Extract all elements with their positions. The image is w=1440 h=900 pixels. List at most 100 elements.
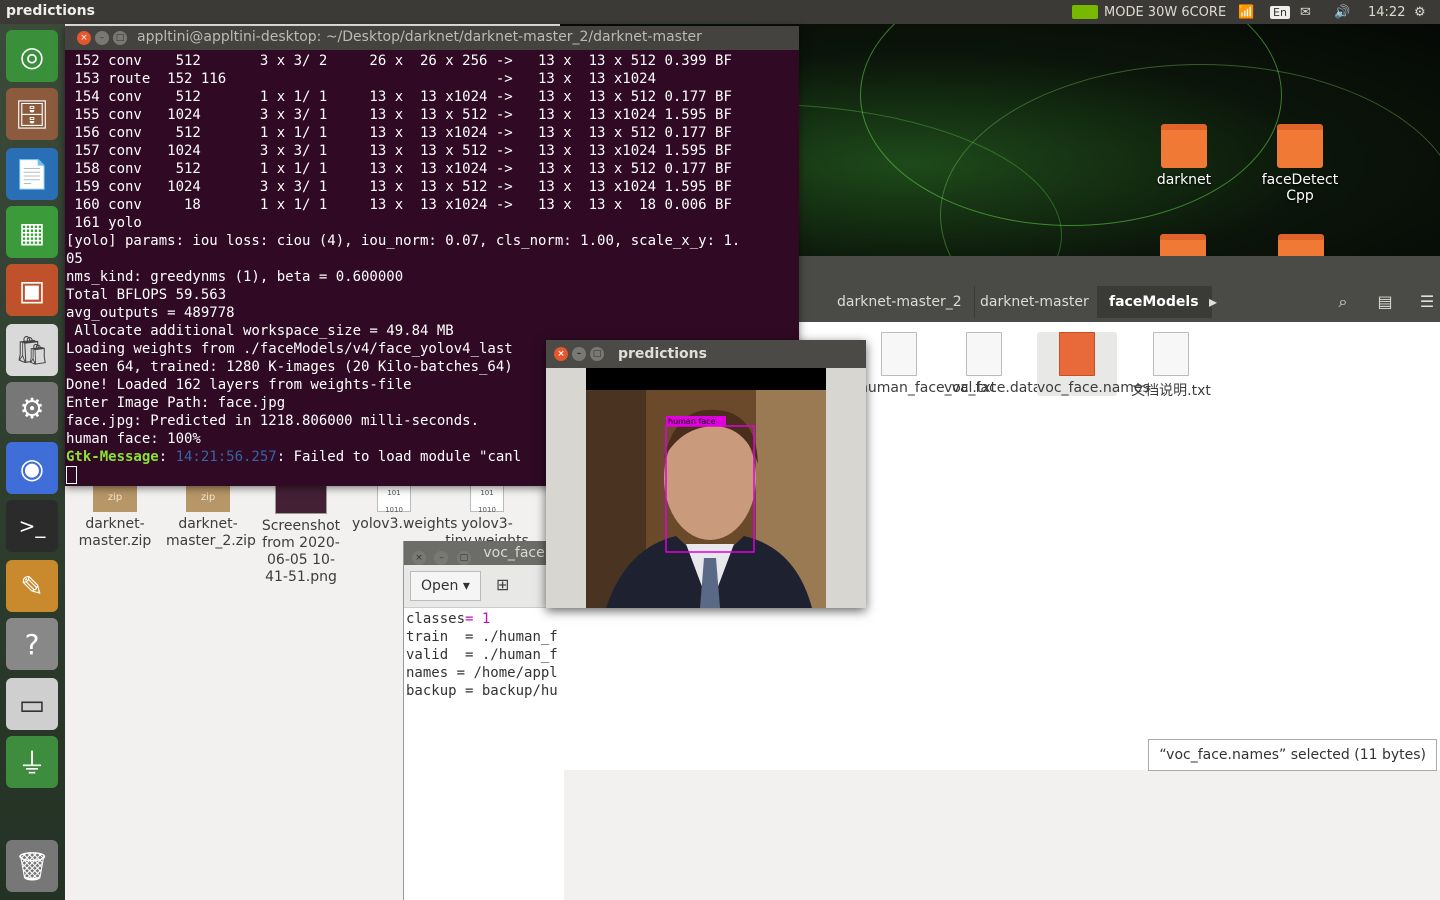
terminal-line: Enter Image Path: face.jpg: [66, 395, 286, 411]
ubuntu-dash-icon[interactable]: ◎: [6, 30, 58, 82]
breadcrumb-darknet-master-2[interactable]: darknet-master_2: [825, 286, 975, 318]
file-label: darknet-master.zip: [78, 516, 152, 549]
breadcrumb-next-icon[interactable]: ▸: [1199, 286, 1227, 318]
editor-titlebar: × – □ voc_face.c: [404, 541, 564, 565]
mail-icon[interactable]: ✉: [1300, 0, 1311, 24]
desktop-icon-label: faceDetect Cpp: [1261, 172, 1339, 204]
gtk-message-line: Gtk-Message: 14:21:56.257: Failed to loa…: [66, 449, 522, 465]
maximize-icon[interactable]: □: [590, 347, 604, 361]
terminal-title: appltini@appltini-desktop: ~/Desktop/dar…: [137, 29, 702, 45]
desktop-file-darknet-master-zip[interactable]: zip darknet-master.zip: [73, 484, 157, 550]
file-voc-face-data[interactable]: voc_face.data: [944, 332, 1041, 396]
terminal-line: 159 conv 1024 3 x 3/ 1 13 x 13 x 512 -> …: [74, 179, 732, 195]
breadcrumb-darknet-master[interactable]: darknet-master: [968, 286, 1102, 318]
zip-icon: zip: [186, 484, 230, 512]
desktop-file-yolov3-weights[interactable]: 101 1010 yolov3.weights: [352, 484, 457, 533]
file-label: 文档说明.txt: [1131, 383, 1211, 399]
file-label: Screenshot from 2020-06-05 10-41-51.png: [261, 518, 341, 585]
terminal-line: 152 conv 512 3 x 3/ 2 26 x 26 x 256 -> 1…: [74, 53, 732, 69]
drive-icon[interactable]: ▭: [6, 678, 58, 730]
files-icon[interactable]: 🗄: [6, 88, 58, 140]
volume-icon[interactable]: 🔊: [1334, 0, 1350, 24]
text-file-icon: [881, 332, 917, 376]
software-center-icon[interactable]: 🛍: [6, 324, 58, 376]
terminal-line: 156 conv 512 1 x 1/ 1 13 x 13 x1024 -> 1…: [74, 125, 732, 141]
terminal-line: 157 conv 1024 3 x 3/ 1 13 x 13 x 512 -> …: [74, 143, 732, 159]
desktop-file-screenshot[interactable]: Screenshot from 2020-06-05 10-41-51.png: [259, 484, 343, 586]
folder-icon[interactable]: [1160, 234, 1206, 256]
close-icon[interactable]: ×: [412, 551, 426, 565]
file-label: darknet-master_2.zip: [166, 516, 256, 549]
minimize-icon[interactable]: –: [572, 347, 586, 361]
maximize-icon[interactable]: □: [456, 551, 471, 565]
maximize-icon[interactable]: □: [113, 31, 127, 45]
terminal-line: face.jpg: Predicted in 1218.806000 milli…: [66, 413, 480, 429]
breadcrumb-facemodels[interactable]: faceModels: [1097, 286, 1212, 318]
settings-gear-icon[interactable]: ⚙: [1414, 0, 1426, 24]
folder-icon[interactable]: [1278, 234, 1324, 256]
text-editor-icon[interactable]: ✎: [6, 560, 58, 612]
editor-toolbar: Open ▾ ⊞: [404, 565, 564, 608]
minimize-icon[interactable]: –: [434, 551, 449, 565]
text-editor-window: × – □ voc_face.c Open ▾ ⊞ classes= 1 tra…: [403, 541, 564, 900]
open-button[interactable]: Open ▾: [410, 571, 481, 601]
terminal-line: [yolo] params: iou loss: ciou (4), iou_n…: [66, 233, 741, 249]
terminal-line: avg_outputs = 489778: [66, 305, 235, 321]
menu-icon[interactable]: ☰: [1407, 286, 1440, 318]
text-file-icon: [1153, 332, 1189, 376]
search-icon[interactable]: ⌕: [1323, 286, 1363, 318]
desktop-file-darknet-master-2-zip[interactable]: zip darknet-master_2.zip: [166, 484, 256, 550]
folder-icon: [1161, 124, 1207, 168]
terminal-icon[interactable]: >_: [6, 500, 58, 552]
help-icon[interactable]: ?: [6, 618, 58, 670]
terminal-line: nms_kind: greedynms (1), beta = 0.600000: [66, 269, 404, 285]
desktop-folder-facedetectcpp[interactable]: faceDetect Cpp: [1250, 124, 1350, 204]
binary-file-icon: 101 1010: [377, 484, 411, 514]
view-options-icon[interactable]: ▤: [1365, 286, 1405, 318]
terminal-line: Done! Loaded 162 layers from weights-fil…: [66, 377, 412, 393]
editor-content[interactable]: classes= 1 train = ./human_f valid = ./h…: [404, 608, 564, 702]
terminal-line: human face: 100%: [66, 431, 201, 447]
system-settings-icon[interactable]: ⚙: [6, 382, 58, 434]
impress-icon[interactable]: ▣: [6, 264, 58, 316]
writer-icon[interactable]: 📄: [6, 148, 58, 200]
terminal-line: 158 conv 512 1 x 1/ 1 13 x 13 x1024 -> 1…: [74, 161, 732, 177]
desktop-icon-label: darknet: [1156, 172, 1212, 188]
text-file-icon: [966, 332, 1002, 376]
terminal-line: 155 conv 1024 3 x 3/ 1 13 x 13 x 512 -> …: [74, 107, 732, 123]
text-file-icon: [1059, 332, 1095, 376]
editor-line: names = /home/appl: [406, 665, 558, 681]
editor-line: valid = ./human_f: [406, 647, 558, 663]
minimize-icon[interactable]: –: [95, 31, 109, 45]
gpu-mode-label: MODE 30W 6CORE: [1104, 4, 1227, 20]
chromium-icon[interactable]: ◉: [6, 442, 58, 494]
nvidia-indicator[interactable]: MODE 30W 6CORE: [1072, 0, 1226, 24]
keyboard-layout[interactable]: En: [1270, 5, 1290, 19]
top-panel: predictions MODE 30W 6CORE 📶 En ✉ 🔊 14:2…: [0, 0, 1440, 24]
usb-icon[interactable]: ⏚: [6, 736, 58, 788]
detection-label: human face: [668, 417, 716, 426]
open-label: Open: [421, 578, 459, 594]
editor-line: train = ./human_f: [406, 629, 558, 645]
file-label: yolov3.weights: [352, 516, 458, 532]
close-icon[interactable]: ×: [77, 31, 91, 45]
close-icon[interactable]: ×: [554, 347, 568, 361]
clock[interactable]: 14:22: [1368, 0, 1405, 24]
wifi-icon[interactable]: 📶: [1238, 0, 1254, 24]
predictions-title: predictions: [618, 346, 707, 362]
binary-file-icon: 101 1010: [470, 484, 504, 514]
terminal-line: seen 64, trained: 1280 K-images (20 Kilo…: [74, 359, 513, 375]
trash-icon[interactable]: 🗑: [6, 840, 58, 892]
terminal-line: 154 conv 512 1 x 1/ 1 13 x 13 x1024 -> 1…: [74, 89, 732, 105]
file-readme-zh[interactable]: 文档说明.txt: [1131, 332, 1211, 400]
editor-line: classes= 1: [406, 611, 491, 627]
new-document-icon[interactable]: ⊞: [496, 575, 509, 594]
file-human-face-val[interactable]: human_face_val.txt: [859, 332, 996, 396]
file-voc-face-names[interactable]: voc_face.names: [1037, 332, 1150, 396]
active-app-title: predictions: [6, 3, 95, 19]
editor-line: backup = backup/hu: [406, 683, 558, 699]
desktop-folder-darknet[interactable]: darknet: [1134, 124, 1234, 188]
terminal-line: Allocate additional workspace_size = 49.…: [74, 323, 454, 339]
detection-image: human face: [586, 368, 826, 608]
calc-icon[interactable]: ▦: [6, 206, 58, 258]
